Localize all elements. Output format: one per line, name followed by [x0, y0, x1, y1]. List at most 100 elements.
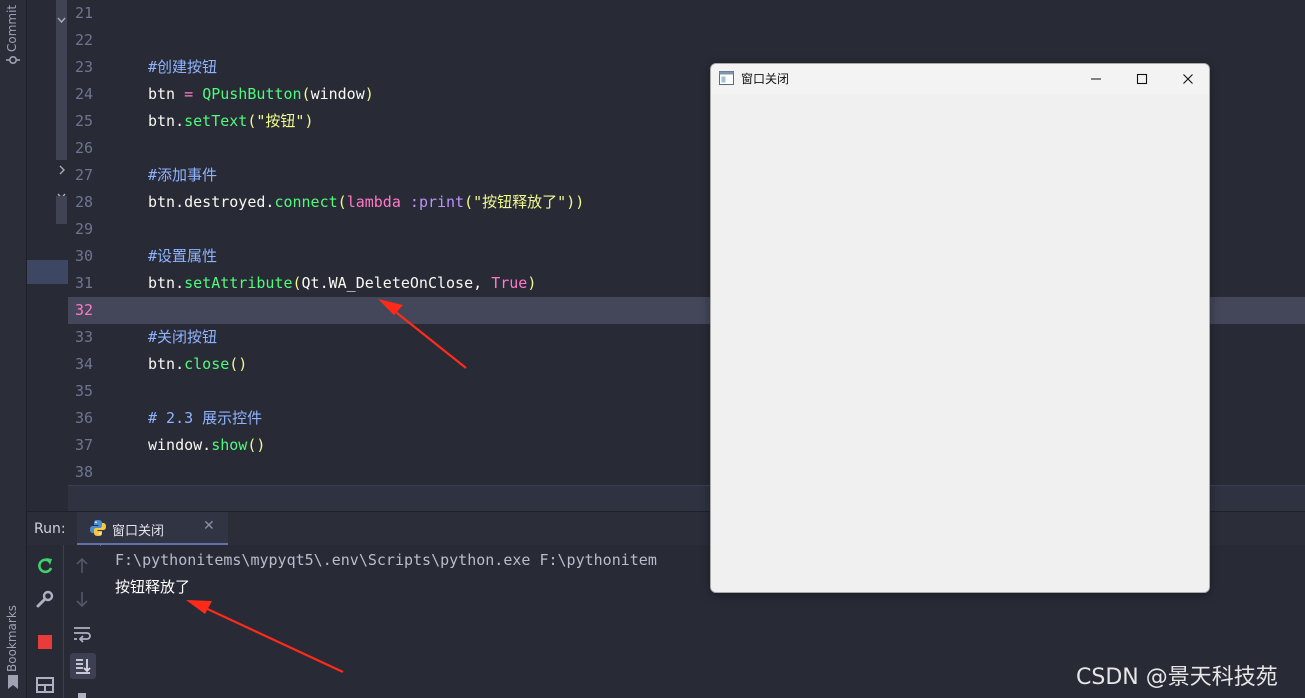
- code-token: btn: [148, 85, 185, 103]
- maximize-icon[interactable]: [1119, 64, 1165, 94]
- code-token: print: [418, 193, 465, 211]
- line-number[interactable]: 30: [68, 243, 124, 270]
- line-number[interactable]: 31: [68, 270, 124, 297]
- line-number[interactable]: 28: [68, 189, 124, 216]
- line-number[interactable]: 26: [68, 135, 124, 162]
- code-line[interactable]: window.show(): [148, 432, 265, 459]
- line-number[interactable]: 35: [68, 378, 124, 405]
- code-token: =: [184, 85, 194, 103]
- stop-icon[interactable]: [33, 630, 57, 654]
- code-token: (): [247, 436, 266, 454]
- line-number[interactable]: 36: [68, 405, 124, 432]
- layout-icon[interactable]: [33, 673, 57, 697]
- code-line[interactable]: btn.setText("按钮"): [148, 108, 313, 135]
- code-line[interactable]: btn = QPushButton(window): [148, 81, 374, 108]
- code-line[interactable]: #添加事件: [148, 162, 217, 189]
- code-token: (: [337, 193, 347, 211]
- soft-wrap-icon[interactable]: [70, 622, 94, 646]
- code-token: (: [301, 85, 311, 103]
- commit-tool-window-label[interactable]: Commit: [5, 0, 19, 52]
- csdn-watermark: CSDN @景天科技苑: [1076, 665, 1278, 690]
- code-token: )): [566, 193, 585, 211]
- code-token: #创建按钮: [148, 58, 218, 76]
- gutter-highlight: [27, 260, 68, 284]
- run-toolbar-secondary: [63, 545, 100, 698]
- line-number[interactable]: 34: [68, 351, 124, 378]
- code-token: "按钮": [256, 112, 305, 130]
- scroll-to-end-icon[interactable]: [70, 653, 96, 679]
- qt-window-title: 窗口关闭: [741, 72, 790, 86]
- minimize-icon[interactable]: [1073, 64, 1119, 94]
- code-token: connect: [274, 193, 338, 211]
- line-number[interactable]: 29: [68, 216, 124, 243]
- line-number[interactable]: 21: [68, 0, 124, 27]
- up-arrow-icon[interactable]: [70, 554, 94, 578]
- code-token: btn.destroyed.: [148, 193, 275, 211]
- code-line[interactable]: # 2.3 展示控件: [148, 405, 262, 432]
- run-tab-label: 窗口关闭: [112, 524, 165, 539]
- rerun-icon[interactable]: [33, 554, 57, 578]
- line-number[interactable]: 33: [68, 324, 124, 351]
- code-token: show: [211, 436, 248, 454]
- left-tool-strip: Commit Bookmarks: [0, 0, 27, 698]
- run-toolbar-primary: [27, 545, 63, 698]
- code-token: ): [527, 274, 537, 292]
- fold-region-bar: [56, 196, 67, 224]
- code-line[interactable]: btn.destroyed.connect(lambda :print("按钮释…: [148, 189, 584, 216]
- fold-arrow-icon[interactable]: [56, 164, 67, 176]
- console-output-line: 按钮释放了: [115, 578, 191, 596]
- code-line[interactable]: btn.setAttribute(Qt.WA_DeleteOnClose, Tr…: [148, 270, 536, 297]
- line-number[interactable]: 37: [68, 432, 124, 459]
- code-token: "按钮释放了": [473, 193, 567, 211]
- line-number[interactable]: 27: [68, 162, 124, 189]
- line-numbers: 21 22 23 24 25 26 27 28 29 30 31 32 33 34 35 36 37 38: [68, 0, 138, 485]
- wrench-icon[interactable]: [33, 587, 57, 611]
- code-token: btn.: [148, 355, 185, 373]
- line-number[interactable]: 32: [68, 297, 124, 324]
- commit-icon[interactable]: [6, 53, 20, 67]
- code-token: window: [310, 85, 365, 103]
- code-token: QPushButton: [202, 85, 302, 103]
- python-icon: [90, 520, 106, 536]
- line-number[interactable]: 25: [68, 108, 124, 135]
- code-token: #设置属性: [148, 247, 218, 265]
- run-label: Run:: [34, 521, 66, 537]
- bookmark-icon[interactable]: [7, 674, 19, 690]
- code-token: (: [464, 193, 474, 211]
- qt-window[interactable]: 窗口关闭: [710, 63, 1210, 593]
- close-tab-icon[interactable]: ✕: [203, 518, 215, 534]
- close-icon[interactable]: [1165, 64, 1209, 94]
- code-token: #关闭按钮: [148, 328, 218, 346]
- code-token: (): [229, 355, 248, 373]
- line-number[interactable]: 24: [68, 81, 124, 108]
- line-number[interactable]: 22: [68, 27, 124, 54]
- code-line[interactable]: #关闭按钮: [148, 324, 217, 351]
- console-output-line: F:\pythonitems\mypyqt5\.env\Scripts\pyth…: [115, 551, 657, 569]
- line-number[interactable]: 38: [68, 459, 124, 486]
- line-number[interactable]: 23: [68, 54, 124, 81]
- code-token: #添加事件: [148, 166, 218, 184]
- qt-window-titlebar[interactable]: 窗口关闭: [711, 64, 1209, 94]
- code-token: setText: [184, 112, 248, 130]
- fold-arrow-icon[interactable]: [56, 14, 67, 26]
- qt-window-client-area[interactable]: [711, 94, 1209, 592]
- code-token: window.: [148, 436, 212, 454]
- code-token: ): [304, 112, 314, 130]
- code-token: (: [292, 274, 302, 292]
- code-token: ): [364, 85, 374, 103]
- code-line[interactable]: btn.close(): [148, 351, 247, 378]
- code-line[interactable]: #创建按钮: [148, 54, 217, 81]
- print-icon[interactable]: [70, 685, 94, 698]
- code-token: Qt.WA_DeleteOnClose,: [301, 274, 492, 292]
- app-window-icon: [719, 71, 734, 85]
- code-line[interactable]: #设置属性: [148, 243, 217, 270]
- code-token: btn.: [148, 112, 185, 130]
- down-arrow-icon[interactable]: [70, 587, 94, 611]
- code-token: :: [400, 193, 419, 211]
- bookmarks-tool-window-label[interactable]: Bookmarks: [5, 598, 19, 672]
- code-token: lambda: [346, 193, 401, 211]
- run-tab[interactable]: 窗口关闭 ✕: [77, 512, 228, 546]
- code-token: close: [184, 355, 230, 373]
- code-token: True: [491, 274, 528, 292]
